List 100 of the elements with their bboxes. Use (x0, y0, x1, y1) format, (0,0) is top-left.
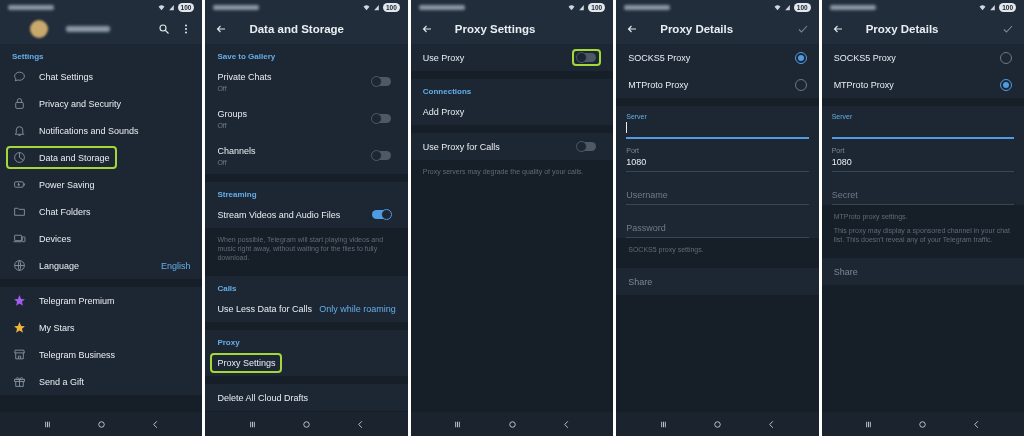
blurred-text (624, 4, 671, 10)
blurred-text (66, 26, 110, 32)
menu-item[interactable]: My Stars (0, 314, 203, 341)
menu-label: Data and Storage (39, 152, 110, 163)
toggle-switch[interactable] (577, 142, 597, 151)
setting-label: Use Proxy (422, 52, 465, 63)
menu-label: My Stars (39, 322, 75, 333)
avatar[interactable] (30, 20, 48, 38)
setting-label: Stream Videos and Audio Files (217, 209, 341, 220)
menu-label: Language (39, 260, 80, 271)
home-icon[interactable] (506, 418, 518, 430)
folder-icon (13, 205, 26, 218)
input-field[interactable]: Secret (831, 187, 1015, 205)
menu-value: English (160, 260, 191, 271)
screen-title: Proxy Settings (454, 23, 536, 35)
wifi-icon (773, 3, 781, 11)
setting-label: Groups (217, 108, 247, 119)
lock-icon (13, 97, 26, 110)
home-icon[interactable] (95, 418, 107, 430)
home-icon[interactable] (711, 418, 723, 430)
globe-icon (13, 259, 26, 272)
signal-icon (578, 3, 586, 11)
menu-label: Chat Folders (39, 206, 91, 217)
section-heading: Settings (11, 51, 45, 63)
wifi-icon (362, 3, 370, 11)
pie-chart-icon (13, 151, 26, 164)
toggle-switch[interactable] (371, 114, 391, 123)
signal-icon (783, 3, 791, 11)
blurred-text (418, 4, 465, 10)
option-label: SOCKS5 Proxy (833, 52, 896, 63)
screen-title: Proxy Details (865, 23, 939, 35)
bell-icon (13, 124, 26, 137)
checkmark-icon[interactable] (1002, 23, 1015, 35)
menu-link[interactable]: Add Proxy (415, 101, 472, 122)
menu-label: Send a Gift (39, 376, 85, 387)
wifi-icon (979, 3, 987, 11)
input-field[interactable]: Username (626, 187, 809, 205)
section-heading: Streaming (216, 189, 258, 201)
setting-label: Use Less Data for Calls (217, 303, 312, 314)
screen-title: Data and Storage (249, 23, 344, 35)
input-field[interactable]: 1080 (626, 154, 809, 172)
toggle-switch[interactable] (577, 53, 597, 62)
section-heading: Save to Gallery (216, 51, 277, 63)
menu-item[interactable]: Chat Folders (0, 198, 203, 225)
checkmark-icon[interactable] (796, 23, 809, 35)
setting-row[interactable]: Use Less Data for Calls Only while roaming (205, 295, 408, 323)
section-heading: Proxy (216, 337, 241, 350)
menu-item[interactable]: Privacy and Security (0, 90, 203, 117)
devices-icon (13, 232, 26, 245)
menu-item[interactable]: Devices (0, 225, 203, 252)
menu-item[interactable]: Telegram Premium (0, 287, 203, 314)
setting-label: Private Chats (217, 71, 272, 82)
blurred-text (213, 4, 260, 10)
wifi-icon (568, 3, 576, 11)
setting-label: Channels (217, 145, 256, 156)
menu-item[interactable]: Power Saving (0, 171, 203, 198)
section-heading: Connections (421, 86, 473, 98)
option-label: SOCKS5 Proxy (628, 52, 691, 63)
wifi-icon (157, 3, 165, 11)
menu-item[interactable]: Chat Settings (0, 63, 203, 90)
star-icon (13, 321, 26, 334)
blurred-text (8, 4, 54, 10)
toggle-switch[interactable] (371, 210, 391, 219)
menu-label: Notifications and Sounds (39, 125, 139, 136)
back-arrow-icon[interactable] (420, 23, 433, 35)
menu-label: Devices (39, 233, 71, 244)
battery-icon (13, 178, 26, 191)
input-field[interactable]: Password (626, 220, 809, 238)
option-label: MTProto Proxy (833, 79, 894, 90)
signal-icon (989, 3, 997, 11)
setting-value: Only while roaming (319, 303, 396, 314)
star-icon (13, 294, 26, 307)
menu-label: Privacy and Security (39, 98, 122, 109)
section-heading: Calls (216, 283, 238, 296)
menu-item[interactable]: Send a Gift (0, 368, 203, 395)
screen-title: Proxy Details (660, 23, 734, 35)
toggle-switch[interactable] (371, 151, 391, 160)
search-icon[interactable] (158, 23, 171, 35)
store-icon (13, 348, 26, 361)
menu-label: Power Saving (39, 179, 95, 190)
back-arrow-icon[interactable] (831, 23, 844, 35)
menu-label: Telegram Business (39, 349, 116, 360)
signal-icon (372, 3, 380, 11)
home-icon[interactable] (301, 418, 313, 430)
menu-item[interactable]: Data and Storage (0, 144, 203, 171)
input-field[interactable]: 1080 (831, 154, 1015, 172)
chat-bubble-icon (13, 70, 26, 83)
menu-item[interactable]: Language English (0, 252, 203, 279)
menu-item[interactable]: Telegram Business (0, 341, 203, 368)
blurred-text (829, 4, 876, 10)
menu-item[interactable]: Notifications and Sounds (0, 117, 203, 144)
toggle-switch[interactable] (371, 77, 391, 86)
menu-label: Telegram Premium (39, 295, 115, 306)
back-arrow-icon[interactable] (626, 23, 639, 35)
setting-label: Use Proxy for Calls (422, 141, 500, 152)
home-icon[interactable] (917, 418, 929, 430)
back-arrow-icon[interactable] (215, 23, 228, 35)
menu-link[interactable]: Proxy Settings (210, 352, 283, 373)
menu-label: Chat Settings (39, 71, 94, 82)
gift-icon (13, 375, 26, 388)
